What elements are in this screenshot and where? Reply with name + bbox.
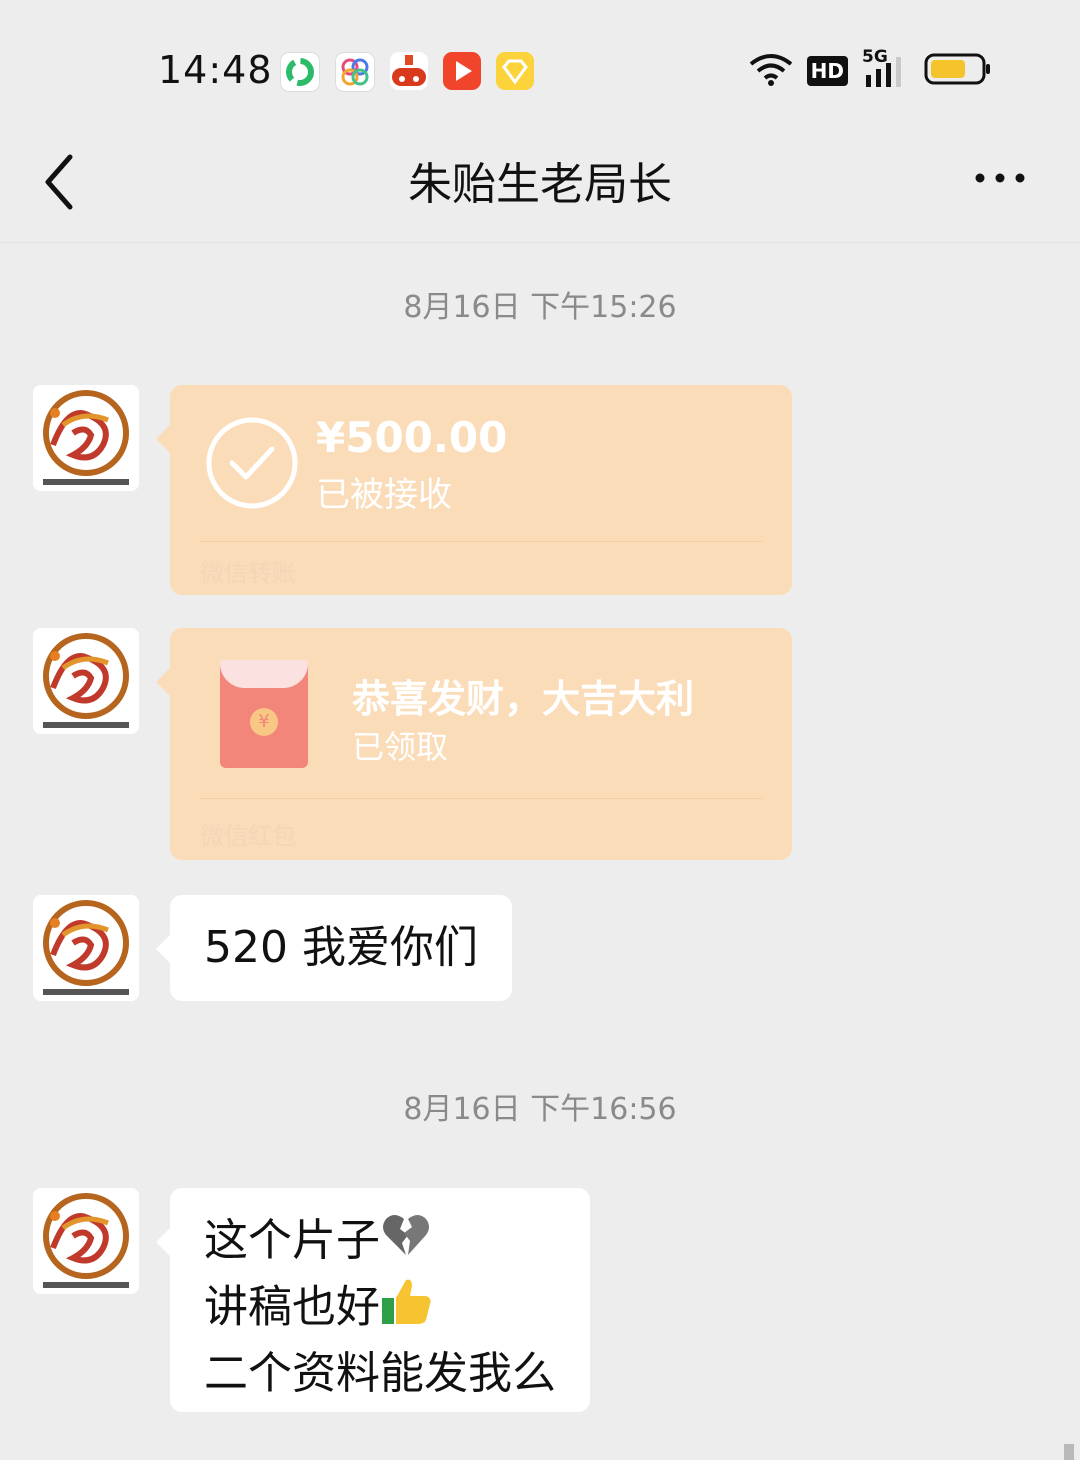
red-packet-title: 恭喜发财，大吉大利 bbox=[352, 677, 695, 721]
dragon-avatar-icon bbox=[33, 385, 139, 491]
red-packet-icon: ¥ bbox=[220, 660, 308, 768]
red-car-app-icon bbox=[390, 52, 428, 90]
wifi-icon bbox=[749, 52, 793, 90]
battery-icon bbox=[924, 52, 992, 90]
check-circle-icon bbox=[206, 417, 298, 509]
hd-icon: HD bbox=[806, 56, 848, 86]
red-packet-footer: 微信红包 bbox=[200, 822, 296, 850]
system-indicators: HD 5G bbox=[749, 47, 992, 90]
broken-heart-icon bbox=[380, 1211, 432, 1276]
text-message-bubble[interactable]: 520 我爱你们 bbox=[156, 895, 512, 1001]
card-divider bbox=[200, 541, 762, 542]
colorful-app-icon bbox=[335, 52, 375, 92]
dragon-avatar-icon bbox=[33, 895, 139, 1001]
card-divider bbox=[200, 798, 762, 799]
transfer-footer: 微信转账 bbox=[200, 559, 296, 587]
yuan-symbol: ¥ bbox=[250, 708, 278, 736]
message-text: 二个资料能发我么 bbox=[204, 1347, 556, 1399]
message-text: 520 我爱你们 bbox=[204, 922, 478, 973]
green-circle-app-icon bbox=[280, 52, 320, 92]
transfer-amount: ¥500.00 bbox=[316, 413, 508, 462]
thumbs-up-icon bbox=[380, 1276, 432, 1343]
message-timestamp: 8月16日 下午15:26 bbox=[403, 290, 677, 325]
status-bar: 14:48 HD 5G bbox=[0, 0, 1080, 130]
text-message-bubble[interactable]: 这个片子 讲稿也好 二个资料能发我么 bbox=[156, 1188, 590, 1412]
avatar[interactable] bbox=[33, 385, 139, 491]
message-line: 讲稿也好 bbox=[204, 1276, 556, 1343]
transfer-card[interactable]: ¥500.00 已被接收 微信转账 bbox=[156, 385, 792, 595]
yellow-diamond-app-icon bbox=[496, 52, 534, 90]
red-packet-status: 已领取 bbox=[352, 728, 449, 766]
dragon-avatar-icon bbox=[33, 1188, 139, 1294]
avatar[interactable] bbox=[33, 895, 139, 1001]
message-line: 这个片子 bbox=[204, 1210, 556, 1276]
chat-title: 朱贻生老局长 bbox=[408, 159, 672, 210]
transfer-status: 已被接收 bbox=[316, 475, 452, 515]
message-line: 二个资料能发我么 bbox=[204, 1343, 556, 1405]
more-button[interactable] bbox=[970, 158, 1030, 198]
avatar[interactable] bbox=[33, 628, 139, 734]
message-timestamp: 8月16日 下午16:56 bbox=[403, 1092, 677, 1127]
more-dots-icon bbox=[975, 173, 1025, 183]
red-packet-card[interactable]: ¥ 恭喜发财，大吉大利 已领取 微信红包 bbox=[156, 628, 792, 860]
scrollbar-thumb[interactable] bbox=[1064, 1444, 1074, 1460]
red-play-app-icon bbox=[443, 52, 481, 90]
signal-icon: 5G bbox=[862, 47, 910, 89]
chat-header: 朱贻生老局长 bbox=[0, 130, 1080, 243]
message-text: 这个片子 bbox=[204, 1215, 380, 1266]
dragon-avatar-icon bbox=[33, 628, 139, 734]
avatar[interactable] bbox=[33, 1188, 139, 1294]
message-text: 讲稿也好 bbox=[204, 1281, 380, 1332]
status-time: 14:48 bbox=[158, 48, 273, 92]
notification-icons bbox=[280, 52, 534, 92]
